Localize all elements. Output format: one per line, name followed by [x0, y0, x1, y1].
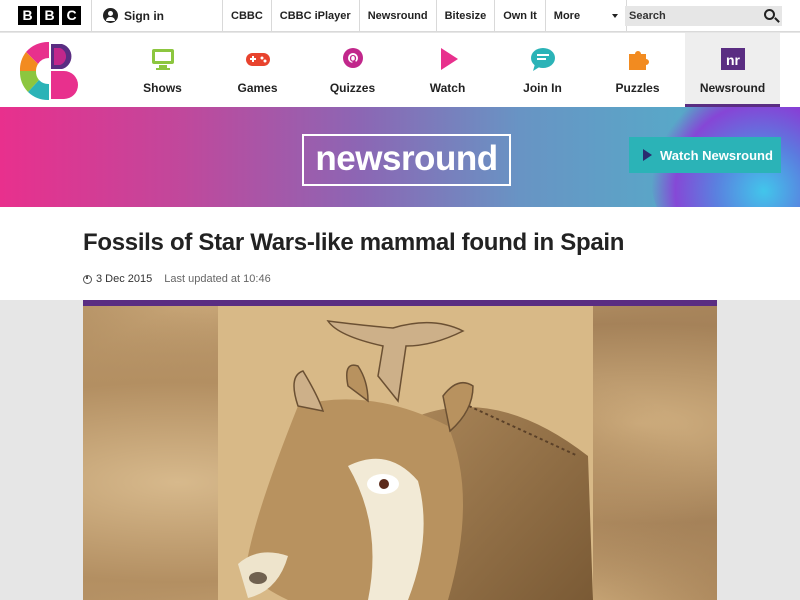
nav-item-shows[interactable]: Shows — [115, 33, 210, 107]
bbc-logo-letter: C — [62, 6, 81, 25]
puzzle-icon — [628, 51, 649, 70]
newsround-logo[interactable]: newsround — [302, 134, 511, 186]
clock-icon — [83, 274, 92, 284]
sign-in-label: Sign in — [124, 8, 164, 23]
bbc-logo-letter: B — [18, 6, 37, 25]
gamepad-icon — [245, 53, 270, 66]
bbc-logo[interactable]: B B C — [18, 6, 81, 25]
nav-item-label: Shows — [143, 81, 182, 95]
watch-newsround-button[interactable]: Watch Newsround — [629, 137, 781, 173]
user-icon — [103, 8, 118, 23]
nav-item-join-in[interactable]: Join In — [495, 33, 590, 107]
cbbc-nav-items: Shows Games Q Quizzes Watch Join In Puzz… — [115, 33, 780, 107]
play-icon — [440, 48, 458, 70]
nav-item-label: Watch — [429, 81, 466, 95]
more-menu-button[interactable]: More — [544, 0, 627, 32]
more-label: More — [553, 10, 581, 22]
nav-item-newsround[interactable]: nr Newsround — [685, 33, 780, 107]
topnav-link-newsround[interactable]: Newsround — [358, 0, 436, 32]
search-input[interactable] — [625, 6, 755, 26]
topnav-link-own-it[interactable]: Own It — [494, 0, 545, 32]
nav-item-quizzes[interactable]: Q Quizzes — [305, 33, 400, 107]
svg-text:nr: nr — [726, 52, 741, 68]
chevron-down-icon — [611, 14, 618, 18]
last-updated: Last updated at 10:46 — [164, 273, 271, 285]
sign-in-link[interactable]: Sign in — [103, 8, 164, 23]
nav-item-label: Newsround — [699, 81, 766, 95]
svg-text:Q: Q — [349, 54, 356, 64]
chat-icon — [530, 48, 555, 71]
nav-item-label: Games — [237, 81, 278, 95]
play-icon — [643, 149, 652, 161]
quiz-icon: Q — [342, 48, 363, 68]
divider — [91, 0, 92, 32]
bbc-logo-letter: B — [40, 6, 59, 25]
article-image — [83, 306, 717, 600]
tv-icon — [151, 49, 174, 70]
article-header: Fossils of Star Wars-like mammal found i… — [0, 207, 800, 300]
search-box — [625, 6, 782, 26]
newsround-icon: nr — [720, 48, 745, 70]
nav-item-label: Join In — [523, 81, 562, 95]
bbc-global-bar: B B C Sign in CBBC CBBC iPlayer Newsroun… — [0, 0, 800, 32]
mammal-drawing — [218, 306, 593, 600]
topnav-link-bitesize[interactable]: Bitesize — [435, 0, 495, 32]
topnav-link-cbbc-iplayer[interactable]: CBBC iPlayer — [270, 0, 359, 32]
nav-item-label: Puzzles — [615, 81, 660, 95]
topnav-link-cbbc[interactable]: CBBC — [222, 0, 271, 32]
nav-item-games[interactable]: Games — [210, 33, 305, 107]
article-meta: 3 Dec 2015 Last updated at 10:46 — [83, 273, 271, 285]
cbbc-main-nav: Shows Games Q Quizzes Watch Join In Puzz… — [0, 33, 800, 107]
nav-item-watch[interactable]: Watch — [400, 33, 495, 107]
watch-newsround-label: Watch Newsround — [660, 147, 773, 163]
article-headline: Fossils of Star Wars-like mammal found i… — [83, 229, 625, 256]
nav-item-label: Quizzes — [329, 81, 376, 95]
mammal-illustration — [218, 306, 593, 600]
nav-item-puzzles[interactable]: Puzzles — [590, 33, 685, 107]
bbc-top-nav: CBBC CBBC iPlayer Newsround Bitesize Own… — [222, 0, 627, 32]
cbbc-logo[interactable] — [18, 40, 80, 102]
search-icon[interactable] — [764, 9, 775, 20]
article-date: 3 Dec 2015 — [96, 273, 153, 285]
